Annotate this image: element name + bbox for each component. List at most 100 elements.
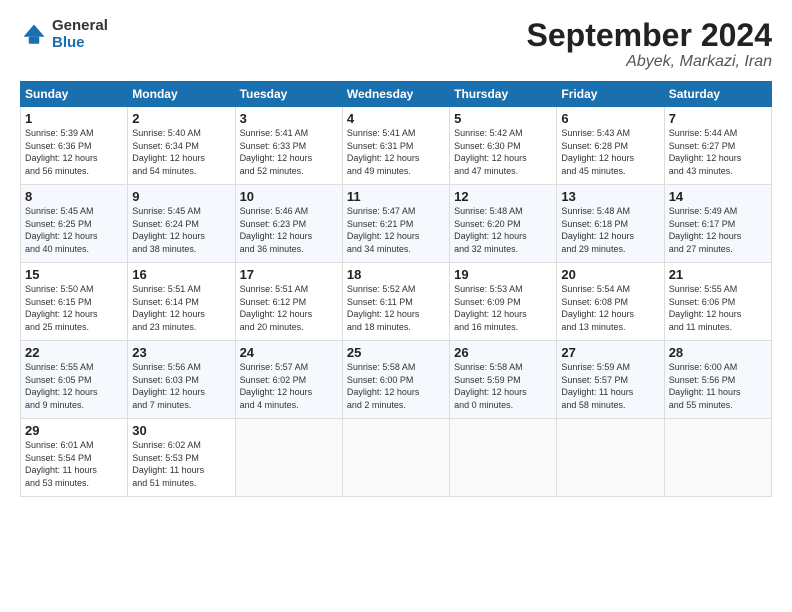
day-number: 24: [240, 345, 338, 360]
day-info: Sunrise: 5:57 AMSunset: 6:02 PMDaylight:…: [240, 362, 313, 410]
day-cell-29: 29 Sunrise: 6:01 AMSunset: 5:54 PMDayligh…: [21, 419, 128, 497]
day-cell-20: 20 Sunrise: 5:54 AMSunset: 6:08 PMDayligh…: [557, 263, 664, 341]
day-number: 30: [132, 423, 230, 438]
week-row-2: 8Sunrise: 5:45 AMSunset: 6:25 PMDaylight…: [21, 185, 772, 263]
day-info: Sunrise: 5:45 AMSunset: 6:24 PMDaylight:…: [132, 206, 205, 254]
day-number: 12: [454, 189, 552, 204]
day-number: 4: [347, 111, 445, 126]
empty-cell: [235, 419, 342, 497]
day-cell-27: 27 Sunrise: 5:59 AMSunset: 5:57 PMDayligh…: [557, 341, 664, 419]
weekday-header-tuesday: Tuesday: [235, 82, 342, 107]
weekday-header-saturday: Saturday: [664, 82, 771, 107]
weekday-header-friday: Friday: [557, 82, 664, 107]
day-cell-8: 8Sunrise: 5:45 AMSunset: 6:25 PMDaylight…: [21, 185, 128, 263]
day-number: 10: [240, 189, 338, 204]
title-block: September 2024 Abyek, Markazi, Iran: [527, 18, 772, 71]
day-info: Sunrise: 6:02 AMSunset: 5:53 PMDaylight:…: [132, 440, 204, 488]
day-cell-6: 6 Sunrise: 5:43 AMSunset: 6:28 PMDaylight…: [557, 107, 664, 185]
day-info: Sunrise: 5:43 AMSunset: 6:28 PMDaylight:…: [561, 128, 634, 176]
calendar-table: SundayMondayTuesdayWednesdayThursdayFrid…: [20, 81, 772, 497]
day-info: Sunrise: 5:40 AMSunset: 6:34 PMDaylight:…: [132, 128, 205, 176]
day-cell-28: 28 Sunrise: 6:00 AMSunset: 5:56 PMDayligh…: [664, 341, 771, 419]
day-cell-14: 14 Sunrise: 5:49 AMSunset: 6:17 PMDayligh…: [664, 185, 771, 263]
day-info: Sunrise: 5:44 AMSunset: 6:27 PMDaylight:…: [669, 128, 742, 176]
logo-general-text: General: [52, 18, 108, 35]
day-info: Sunrise: 5:46 AMSunset: 6:23 PMDaylight:…: [240, 206, 313, 254]
day-cell-16: 16 Sunrise: 5:51 AMSunset: 6:14 PMDayligh…: [128, 263, 235, 341]
week-row-3: 15Sunrise: 5:50 AMSunset: 6:15 PMDayligh…: [21, 263, 772, 341]
page: General Blue September 2024 Abyek, Marka…: [0, 0, 792, 612]
day-info: Sunrise: 5:50 AMSunset: 6:15 PMDaylight:…: [25, 284, 98, 332]
day-info: Sunrise: 5:52 AMSunset: 6:11 PMDaylight:…: [347, 284, 420, 332]
day-number: 21: [669, 267, 767, 282]
day-info: Sunrise: 5:54 AMSunset: 6:08 PMDaylight:…: [561, 284, 634, 332]
day-number: 6: [561, 111, 659, 126]
day-info: Sunrise: 5:58 AMSunset: 6:00 PMDaylight:…: [347, 362, 420, 410]
day-cell-2: 2Sunrise: 5:40 AMSunset: 6:34 PMDaylight…: [128, 107, 235, 185]
weekday-header-thursday: Thursday: [450, 82, 557, 107]
day-cell-15: 15Sunrise: 5:50 AMSunset: 6:15 PMDayligh…: [21, 263, 128, 341]
day-cell-9: 9 Sunrise: 5:45 AMSunset: 6:24 PMDaylight…: [128, 185, 235, 263]
day-number: 20: [561, 267, 659, 282]
day-cell-23: 23Sunrise: 5:56 AMSunset: 6:03 PMDayligh…: [128, 341, 235, 419]
weekday-header-row: SundayMondayTuesdayWednesdayThursdayFrid…: [21, 82, 772, 107]
day-number: 27: [561, 345, 659, 360]
day-number: 3: [240, 111, 338, 126]
week-row-4: 22Sunrise: 5:55 AMSunset: 6:05 PMDayligh…: [21, 341, 772, 419]
day-number: 22: [25, 345, 123, 360]
header: General Blue September 2024 Abyek, Marka…: [20, 18, 772, 71]
day-number: 17: [240, 267, 338, 282]
day-number: 28: [669, 345, 767, 360]
weekday-header-monday: Monday: [128, 82, 235, 107]
day-number: 25: [347, 345, 445, 360]
day-cell-5: 5 Sunrise: 5:42 AMSunset: 6:30 PMDaylight…: [450, 107, 557, 185]
day-number: 9: [132, 189, 230, 204]
day-info: Sunrise: 5:53 AMSunset: 6:09 PMDaylight:…: [454, 284, 527, 332]
day-info: Sunrise: 5:49 AMSunset: 6:17 PMDaylight:…: [669, 206, 742, 254]
day-number: 7: [669, 111, 767, 126]
day-info: Sunrise: 6:00 AMSunset: 5:56 PMDaylight:…: [669, 362, 741, 410]
empty-cell: [342, 419, 449, 497]
day-cell-10: 10 Sunrise: 5:46 AMSunset: 6:23 PMDayligh…: [235, 185, 342, 263]
day-info: Sunrise: 5:42 AMSunset: 6:30 PMDaylight:…: [454, 128, 527, 176]
week-row-1: 1 Sunrise: 5:39 AMSunset: 6:36 PMDaylight…: [21, 107, 772, 185]
logo-blue-text: Blue: [52, 35, 108, 52]
day-cell-4: 4 Sunrise: 5:41 AMSunset: 6:31 PMDaylight…: [342, 107, 449, 185]
day-info: Sunrise: 6:01 AMSunset: 5:54 PMDaylight:…: [25, 440, 97, 488]
day-number: 18: [347, 267, 445, 282]
day-info: Sunrise: 5:51 AMSunset: 6:14 PMDaylight:…: [132, 284, 205, 332]
day-cell-18: 18 Sunrise: 5:52 AMSunset: 6:11 PMDayligh…: [342, 263, 449, 341]
month-title: September 2024: [527, 18, 772, 53]
day-number: 5: [454, 111, 552, 126]
day-number: 23: [132, 345, 230, 360]
logo-icon: [20, 21, 48, 49]
day-number: 29: [25, 423, 123, 438]
day-number: 1: [25, 111, 123, 126]
day-number: 26: [454, 345, 552, 360]
day-cell-30: 30 Sunrise: 6:02 AMSunset: 5:53 PMDayligh…: [128, 419, 235, 497]
day-info: Sunrise: 5:41 AMSunset: 6:31 PMDaylight:…: [347, 128, 420, 176]
day-info: Sunrise: 5:39 AMSunset: 6:36 PMDaylight:…: [25, 128, 98, 176]
day-number: 16: [132, 267, 230, 282]
logo: General Blue: [20, 18, 108, 51]
day-cell-1: 1 Sunrise: 5:39 AMSunset: 6:36 PMDaylight…: [21, 107, 128, 185]
day-cell-17: 17 Sunrise: 5:51 AMSunset: 6:12 PMDayligh…: [235, 263, 342, 341]
day-cell-22: 22Sunrise: 5:55 AMSunset: 6:05 PMDayligh…: [21, 341, 128, 419]
empty-cell: [664, 419, 771, 497]
day-info: Sunrise: 5:55 AMSunset: 6:06 PMDaylight:…: [669, 284, 742, 332]
weekday-header-sunday: Sunday: [21, 82, 128, 107]
day-cell-25: 25 Sunrise: 5:58 AMSunset: 6:00 PMDayligh…: [342, 341, 449, 419]
day-info: Sunrise: 5:41 AMSunset: 6:33 PMDaylight:…: [240, 128, 313, 176]
location-title: Abyek, Markazi, Iran: [527, 53, 772, 71]
day-number: 14: [669, 189, 767, 204]
day-cell-11: 11Sunrise: 5:47 AMSunset: 6:21 PMDayligh…: [342, 185, 449, 263]
empty-cell: [557, 419, 664, 497]
day-info: Sunrise: 5:59 AMSunset: 5:57 PMDaylight:…: [561, 362, 633, 410]
day-cell-12: 12Sunrise: 5:48 AMSunset: 6:20 PMDayligh…: [450, 185, 557, 263]
day-cell-3: 3 Sunrise: 5:41 AMSunset: 6:33 PMDaylight…: [235, 107, 342, 185]
day-cell-19: 19Sunrise: 5:53 AMSunset: 6:09 PMDayligh…: [450, 263, 557, 341]
day-info: Sunrise: 5:51 AMSunset: 6:12 PMDaylight:…: [240, 284, 313, 332]
day-info: Sunrise: 5:47 AMSunset: 6:21 PMDaylight:…: [347, 206, 420, 254]
week-row-5: 29 Sunrise: 6:01 AMSunset: 5:54 PMDayligh…: [21, 419, 772, 497]
day-cell-26: 26Sunrise: 5:58 AMSunset: 5:59 PMDayligh…: [450, 341, 557, 419]
